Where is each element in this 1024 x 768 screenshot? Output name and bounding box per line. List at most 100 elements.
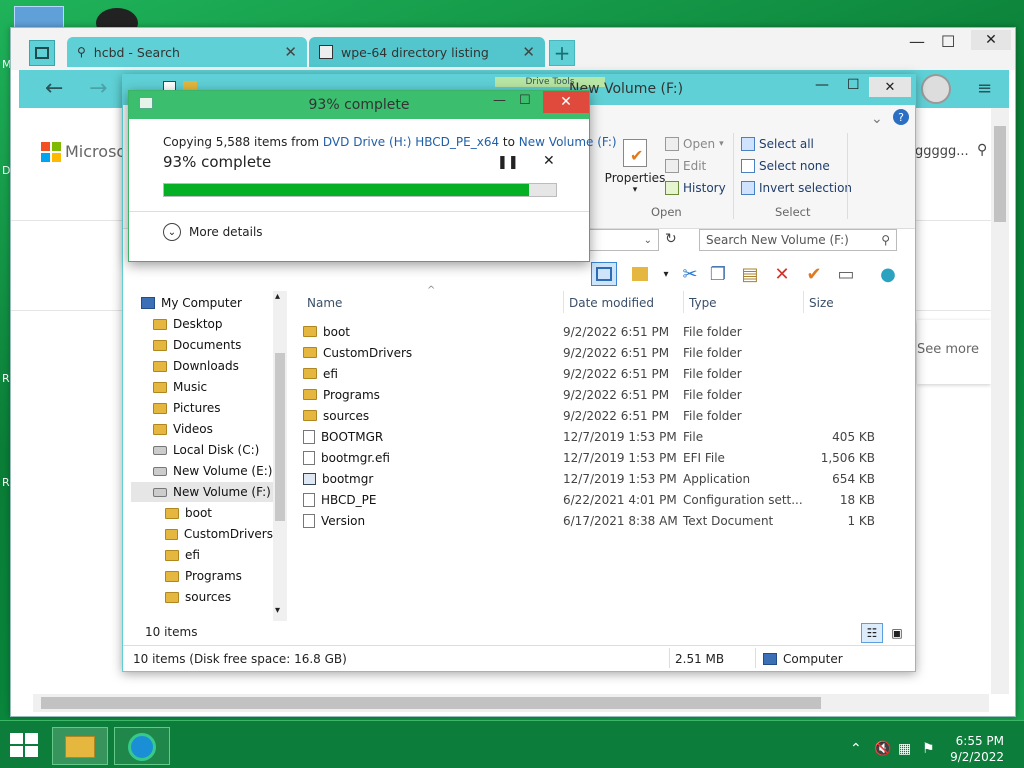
network-icon[interactable]: ▦: [898, 741, 911, 757]
file-row[interactable]: bootmgr.efi 12/7/2019 1:53 PM EFI File 1,50…: [303, 447, 903, 468]
chevron-down-icon[interactable]: ▾: [653, 262, 679, 286]
checkmark-icon[interactable]: ✔: [801, 262, 827, 286]
file-row[interactable]: boot 9/2/2022 6:51 PM File folder: [303, 321, 903, 342]
destination-link[interactable]: New Volume (F:): [519, 135, 617, 149]
tree-scrollbar[interactable]: ▴ ▾: [273, 291, 287, 621]
tree-item[interactable]: sources: [131, 587, 273, 607]
file-row[interactable]: efi 9/2/2022 6:51 PM File folder: [303, 363, 903, 384]
file-row[interactable]: CustomDrivers 9/2/2022 6:51 PM File folder: [303, 342, 903, 363]
tree-item[interactable]: Music: [131, 377, 273, 397]
taskbar-file-explorer[interactable]: [52, 727, 108, 765]
close-icon[interactable]: ✕: [971, 30, 1011, 50]
tree-item[interactable]: Videos: [131, 419, 273, 439]
tree-item[interactable]: CustomDrivers: [131, 524, 273, 544]
tree-item[interactable]: boot: [131, 503, 273, 523]
clock[interactable]: 6:55 PM 9/2/2022: [950, 733, 1004, 765]
see-more-link[interactable]: See more: [917, 342, 979, 357]
maximize-icon[interactable]: ☐: [941, 32, 955, 51]
chevron-up-icon[interactable]: ⌃: [850, 741, 862, 757]
edit-button[interactable]: Edit: [665, 159, 706, 173]
tab-directory-listing[interactable]: wpe-64 directory listing ✕: [309, 37, 545, 67]
minimize-icon[interactable]: —: [909, 32, 925, 51]
file-row[interactable]: BOOTMGR 12/7/2019 1:53 PM File 405 KB: [303, 426, 903, 447]
column-name[interactable]: Name: [307, 291, 563, 315]
chevron-up-icon[interactable]: ▴: [275, 291, 280, 302]
file-row[interactable]: sources 9/2/2022 6:51 PM File folder: [303, 405, 903, 426]
tree-item[interactable]: Documents: [131, 335, 273, 355]
close-icon[interactable]: ✕: [869, 77, 911, 97]
view-options-button[interactable]: [627, 262, 653, 286]
speaker-muted-icon[interactable]: 🔇: [874, 741, 891, 757]
file-date: 12/7/2019 1:53 PM: [563, 471, 677, 486]
delete-icon[interactable]: ✕: [769, 262, 795, 286]
cancel-icon[interactable]: ✕: [543, 153, 555, 169]
column-size[interactable]: Size: [809, 291, 883, 315]
history-button[interactable]: History: [665, 181, 726, 195]
large-icons-view-icon[interactable]: ▣: [887, 623, 907, 643]
tree-item[interactable]: New Volume (F:): [131, 482, 273, 502]
pause-icon[interactable]: ❚❚: [497, 155, 519, 170]
history-icon: [665, 181, 679, 195]
folder-icon: [153, 402, 167, 414]
help-icon[interactable]: ?: [893, 109, 909, 125]
forward-arrow-icon[interactable]: →: [89, 76, 107, 101]
paste-icon[interactable]: ▤: [737, 262, 763, 286]
chevron-down-icon[interactable]: ⌄: [644, 235, 652, 246]
horizontal-scrollbar[interactable]: [33, 694, 989, 712]
avatar[interactable]: [921, 74, 951, 104]
address-field[interactable]: ⌄: [589, 229, 659, 251]
back-arrow-icon[interactable]: ←: [45, 76, 63, 101]
column-type[interactable]: Type: [689, 291, 805, 315]
tree-item[interactable]: New Volume (E:): [131, 461, 273, 481]
flag-icon[interactable]: ⚑: [922, 741, 935, 757]
chevron-down-icon[interactable]: ⌄: [871, 111, 883, 127]
file-row[interactable]: Version 6/17/2021 8:38 AM Text Document 1 K…: [303, 510, 903, 531]
preview-pane-button[interactable]: [591, 262, 617, 286]
open-button[interactable]: Open ▾: [665, 137, 724, 151]
close-icon[interactable]: ✕: [522, 43, 535, 61]
refresh-icon[interactable]: ↻: [665, 231, 677, 247]
file-row[interactable]: Programs 9/2/2022 6:51 PM File folder: [303, 384, 903, 405]
minimize-icon[interactable]: —: [815, 77, 829, 93]
invert-selection-button[interactable]: Invert selection: [741, 181, 852, 195]
search-input[interactable]: Search New Volume (F:) ⚲: [699, 229, 897, 251]
rename-icon[interactable]: ▭: [833, 262, 859, 286]
tree-item[interactable]: My Computer: [131, 293, 273, 313]
menu-icon[interactable]: ≡: [977, 78, 992, 99]
tree-item[interactable]: Desktop: [131, 314, 273, 334]
tree-item[interactable]: Downloads: [131, 356, 273, 376]
tab-search[interactable]: ⚲ hcbd - Search ✕: [67, 37, 307, 67]
maximize-icon[interactable]: ☐: [847, 77, 860, 93]
close-icon[interactable]: ✕: [284, 43, 297, 61]
see-more-card[interactable]: See more: [917, 320, 991, 384]
copy-icon[interactable]: ❐: [705, 262, 731, 286]
start-windows-icon[interactable]: [10, 733, 38, 757]
chevron-down-icon[interactable]: ▾: [275, 605, 280, 616]
tree-item-label: sources: [185, 590, 232, 604]
details-view-icon[interactable]: ☷: [861, 623, 883, 643]
source-link[interactable]: DVD Drive (H:) HBCD_PE_x64: [323, 135, 499, 149]
select-none-button[interactable]: Select none: [741, 159, 830, 173]
column-date-modified[interactable]: Date modified: [569, 291, 687, 315]
maximize-icon[interactable]: ☐: [519, 93, 531, 108]
select-all-button[interactable]: Select all: [741, 137, 814, 151]
tree-item[interactable]: Local Disk (C:): [131, 440, 273, 460]
folder-icon: [165, 549, 179, 561]
file-date: 6/22/2021 4:01 PM: [563, 492, 677, 507]
tab-actions-button[interactable]: [29, 40, 55, 66]
file-row[interactable]: HBCD_PE 6/22/2021 4:01 PM Configuration se…: [303, 489, 903, 510]
globe-icon[interactable]: ●: [875, 262, 901, 286]
tree-item[interactable]: efi: [131, 545, 273, 565]
tree-item[interactable]: Pictures: [131, 398, 273, 418]
close-icon[interactable]: ✕: [543, 91, 589, 113]
file-date: 9/2/2022 6:51 PM: [563, 324, 670, 339]
minimize-icon[interactable]: —: [493, 93, 506, 108]
new-tab-button[interactable]: +: [549, 40, 575, 66]
search-icon[interactable]: ⚲: [977, 142, 987, 158]
more-details-button[interactable]: ⌄ More details: [163, 223, 263, 241]
file-row[interactable]: bootmgr 12/7/2019 1:53 PM Application 654 K…: [303, 468, 903, 489]
tree-item[interactable]: Programs: [131, 566, 273, 586]
cut-icon[interactable]: ✂: [677, 262, 703, 286]
taskbar-edge[interactable]: [114, 727, 170, 765]
vertical-scrollbar[interactable]: [991, 108, 1009, 694]
